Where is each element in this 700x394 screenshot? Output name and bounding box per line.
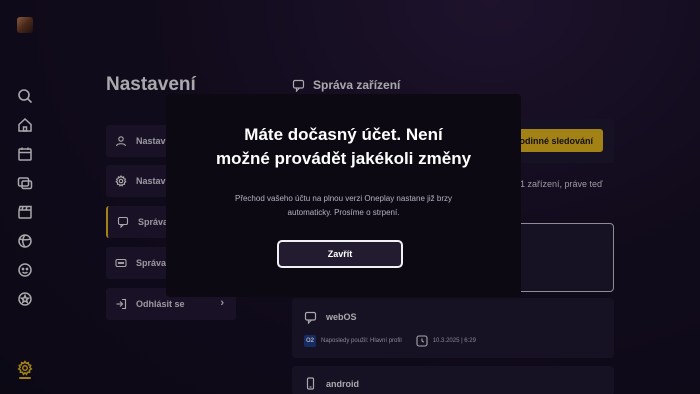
close-button[interactable]: Zavřít bbox=[277, 240, 403, 268]
dialog-title-line-2: možné provádět jakékoli změny bbox=[215, 149, 472, 168]
temporary-account-dialog: Máte dočasný účet. Není možné provádět j… bbox=[166, 94, 521, 297]
dialog-title: Máte dočasný účet. Není možné provádět j… bbox=[166, 123, 521, 171]
dialog-message-line-1: Přechod vašeho účtu na plnou verzi Onepl… bbox=[234, 194, 452, 203]
dialog-message-line-2: automaticky. Prosíme o strpení. bbox=[287, 208, 400, 217]
dialog-title-line-1: Máte dočasný účet. Není bbox=[244, 125, 443, 144]
dialog-message: Přechod vašeho účtu na plnou verzi Onepl… bbox=[206, 192, 481, 220]
